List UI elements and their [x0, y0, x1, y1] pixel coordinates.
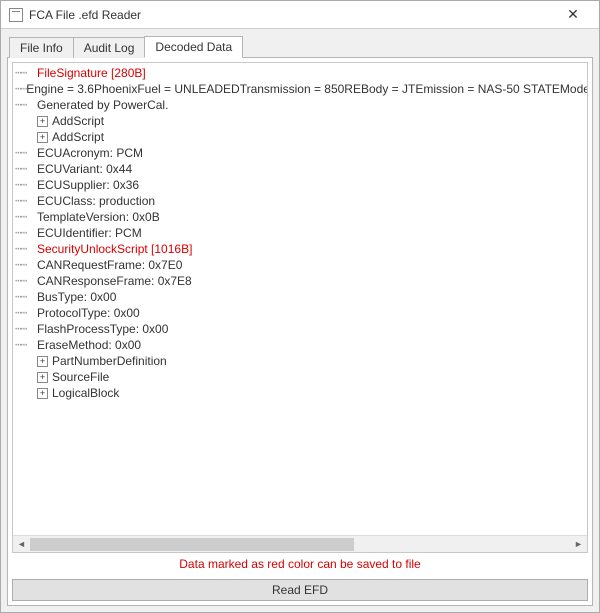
- tree-connector: ⋯⋯: [15, 273, 37, 289]
- scroll-track[interactable]: [30, 536, 570, 552]
- tree-connector: ⋯⋯: [15, 257, 37, 273]
- tree-node[interactable]: ⋯⋯ECUAcronym: PCM: [15, 145, 585, 161]
- expand-icon[interactable]: +: [37, 132, 48, 143]
- horizontal-scrollbar[interactable]: ◄ ►: [13, 535, 587, 552]
- tree-connector: ⋯⋯: [15, 321, 37, 337]
- tree-node-label: AddScript: [52, 113, 104, 129]
- scroll-right-button[interactable]: ►: [570, 536, 587, 553]
- tab-strip: File Info Audit Log Decoded Data: [9, 35, 593, 57]
- tree-connector: ⋯⋯: [15, 209, 37, 225]
- tree-node-label: FlashProcessType: 0x00: [37, 321, 168, 337]
- tree-node-label: SecurityUnlockScript [1016B]: [37, 241, 192, 257]
- title-bar: FCA File .efd Reader ✕: [1, 1, 599, 29]
- tree-connector: ⋯⋯: [15, 161, 37, 177]
- app-window: FCA File .efd Reader ✕ File Info Audit L…: [0, 0, 600, 613]
- tree-node[interactable]: ⋯⋯TemplateVersion: 0x0B: [15, 209, 585, 225]
- tree-node[interactable]: ⋯⋯ECUClass: production: [15, 193, 585, 209]
- tree-node-label: TemplateVersion: 0x0B: [37, 209, 160, 225]
- tree-connector: ⋯⋯: [15, 81, 26, 97]
- tree-container: ⋯⋯FileSignature [280B]⋯⋯Engine = 3.6Phoe…: [12, 62, 588, 553]
- tree-node-label: CANResponseFrame: 0x7E8: [37, 273, 192, 289]
- tree-connector: ⋯⋯: [15, 145, 37, 161]
- scroll-thumb[interactable]: [30, 538, 354, 551]
- tree-node-label: ECUAcronym: PCM: [37, 145, 143, 161]
- tree-connector: ⋯⋯: [15, 65, 37, 81]
- tree-node[interactable]: ⋯⋯ECUVariant: 0x44: [15, 161, 585, 177]
- tree-connector: ⋯⋯: [15, 305, 37, 321]
- app-icon: [9, 8, 23, 22]
- tree-node-label: Engine = 3.6PhoenixFuel = UNLEADEDTransm…: [26, 81, 587, 97]
- tree-node[interactable]: + LogicalBlock: [15, 385, 585, 401]
- tree-node-label: PartNumberDefinition: [52, 353, 167, 369]
- tree-node[interactable]: ⋯⋯ProtocolType: 0x00: [15, 305, 585, 321]
- tree-node-label: AddScript: [52, 129, 104, 145]
- hint-text: Data marked as red color can be saved to…: [12, 553, 588, 577]
- tree-connector: ⋯⋯: [15, 193, 37, 209]
- tab-audit-log[interactable]: Audit Log: [73, 37, 146, 58]
- tree-view[interactable]: ⋯⋯FileSignature [280B]⋯⋯Engine = 3.6Phoe…: [13, 63, 587, 535]
- tree-connector: ⋯⋯: [15, 225, 37, 241]
- expand-icon[interactable]: +: [37, 372, 48, 383]
- tree-node-label: LogicalBlock: [52, 385, 119, 401]
- tree-node[interactable]: ⋯⋯FlashProcessType: 0x00: [15, 321, 585, 337]
- tree-connector: ⋯⋯: [15, 97, 37, 113]
- tree-node[interactable]: ⋯⋯SecurityUnlockScript [1016B]: [15, 241, 585, 257]
- client-area: File Info Audit Log Decoded Data ⋯⋯FileS…: [1, 29, 599, 612]
- read-efd-button[interactable]: Read EFD: [12, 579, 588, 601]
- tree-node-label: SourceFile: [52, 369, 109, 385]
- scroll-left-button[interactable]: ◄: [13, 536, 30, 553]
- tree-node-label: ECUVariant: 0x44: [37, 161, 132, 177]
- tree-node[interactable]: ⋯⋯BusType: 0x00: [15, 289, 585, 305]
- tree-node[interactable]: + AddScript: [15, 129, 585, 145]
- tree-node[interactable]: ⋯⋯FileSignature [280B]: [15, 65, 585, 81]
- tree-node-label: FileSignature [280B]: [37, 65, 146, 81]
- close-button[interactable]: ✕: [553, 1, 593, 28]
- tree-connector: ⋯⋯: [15, 177, 37, 193]
- tree-node[interactable]: + SourceFile: [15, 369, 585, 385]
- tab-decoded-data[interactable]: Decoded Data: [144, 36, 243, 58]
- tree-node-label: ProtocolType: 0x00: [37, 305, 140, 321]
- tree-node-label: BusType: 0x00: [37, 289, 116, 305]
- tree-node[interactable]: + AddScript: [15, 113, 585, 129]
- tree-node[interactable]: + PartNumberDefinition: [15, 353, 585, 369]
- tree-node-label: CANRequestFrame: 0x7E0: [37, 257, 182, 273]
- tree-node[interactable]: ⋯⋯ECUIdentifier: PCM: [15, 225, 585, 241]
- tree-node[interactable]: ⋯⋯EraseMethod: 0x00: [15, 337, 585, 353]
- tree-node[interactable]: ⋯⋯CANRequestFrame: 0x7E0: [15, 257, 585, 273]
- tab-file-info[interactable]: File Info: [9, 37, 74, 58]
- tree-connector: ⋯⋯: [15, 337, 37, 353]
- tree-node-label: ECUSupplier: 0x36: [37, 177, 139, 193]
- tree-node[interactable]: ⋯⋯CANResponseFrame: 0x7E8: [15, 273, 585, 289]
- tree-node[interactable]: ⋯⋯ECUSupplier: 0x36: [15, 177, 585, 193]
- tree-node[interactable]: ⋯⋯Generated by PowerCal.: [15, 97, 585, 113]
- tree-node-label: EraseMethod: 0x00: [37, 337, 141, 353]
- tree-node-label: ECUClass: production: [37, 193, 155, 209]
- tree-node-label: ECUIdentifier: PCM: [37, 225, 142, 241]
- tree-node[interactable]: ⋯⋯Engine = 3.6PhoenixFuel = UNLEADEDTran…: [15, 81, 585, 97]
- tree-connector: ⋯⋯: [15, 241, 37, 257]
- tree-connector: ⋯⋯: [15, 289, 37, 305]
- expand-icon[interactable]: +: [37, 356, 48, 367]
- tree-node-label: Generated by PowerCal.: [37, 97, 168, 113]
- tab-panel-decoded-data: ⋯⋯FileSignature [280B]⋯⋯Engine = 3.6Phoe…: [7, 57, 593, 606]
- expand-icon[interactable]: +: [37, 388, 48, 399]
- expand-icon[interactable]: +: [37, 116, 48, 127]
- window-title: FCA File .efd Reader: [29, 8, 553, 22]
